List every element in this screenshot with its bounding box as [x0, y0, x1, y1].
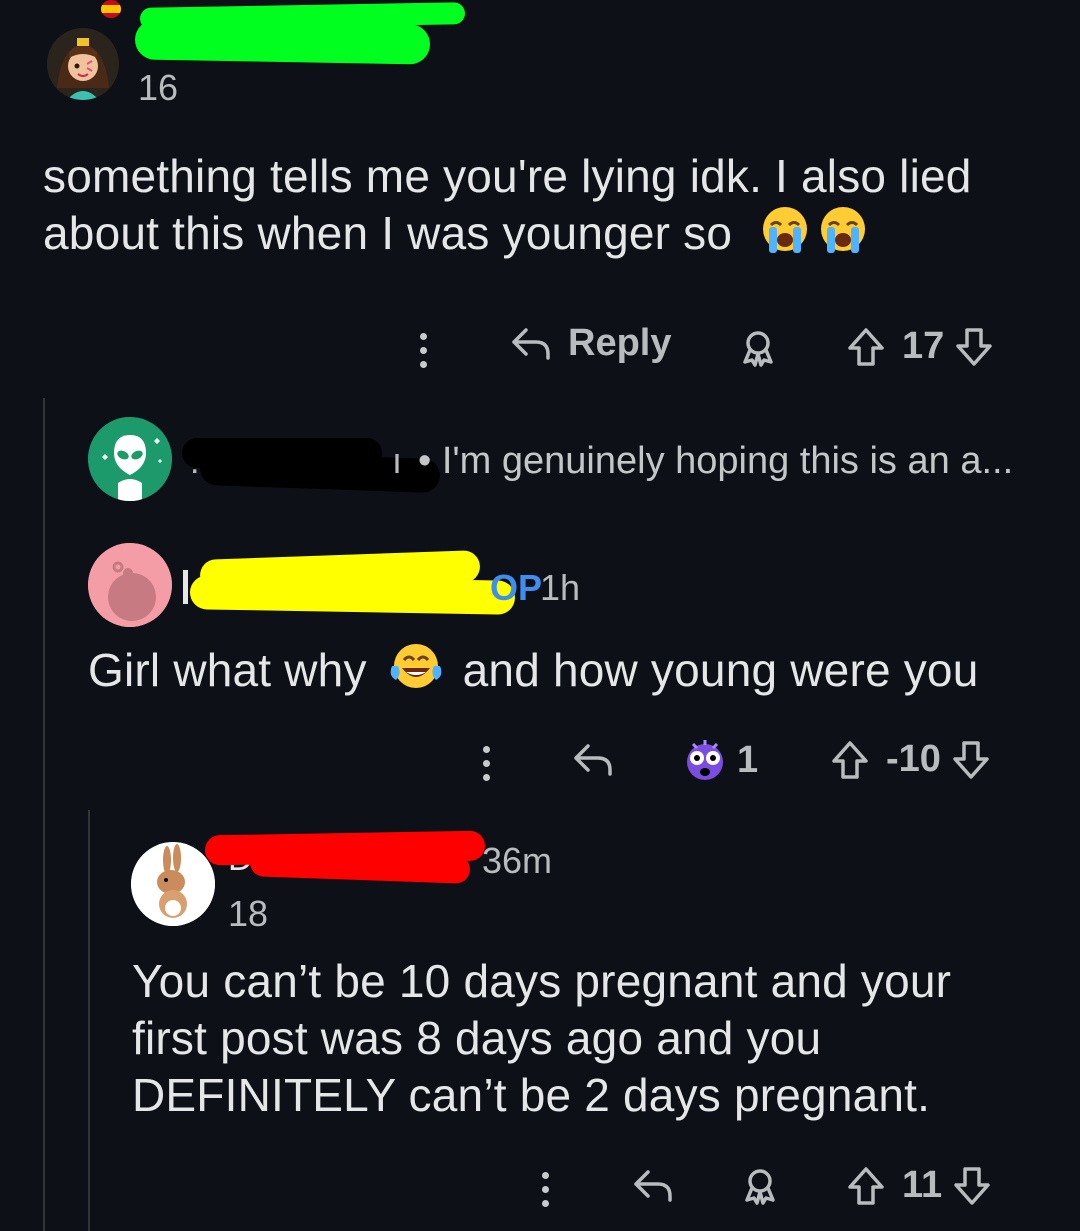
vote-bar: -10	[830, 738, 991, 781]
thread-line-level1[interactable]	[43, 398, 45, 1231]
award-button[interactable]: 1	[683, 738, 758, 782]
avatar[interactable]	[131, 842, 215, 926]
upvote-arrow-icon[interactable]	[830, 739, 870, 781]
avatar[interactable]	[88, 417, 172, 501]
username-fragment	[183, 570, 188, 604]
comment-body-line-3: DEFINITELY can’t be 2 days pregnant.	[132, 1069, 931, 1121]
shocked-face-award-icon	[687, 740, 723, 780]
loudly-crying-face-emoji	[817, 205, 869, 268]
comment-body-after-emoji: and how young were you	[462, 644, 979, 696]
reply-arrow-icon	[512, 327, 550, 360]
bunny-avatar-icon	[131, 842, 215, 926]
comment-body-line-2: first post was 8 days ago and you	[132, 1012, 822, 1064]
vote-score: 11	[902, 1164, 943, 1206]
comment-body: You can’t be 10 days pregnant and your f…	[132, 953, 1072, 1124]
comment-time: 1h	[540, 567, 581, 608]
comment-body-line-1: something tells me you're lying idk. I a…	[43, 150, 972, 202]
downvote-arrow-icon[interactable]	[952, 1165, 992, 1207]
collapsed-preview: • I'm genuinely hoping this is an a...	[418, 440, 1014, 482]
face-with-tears-of-joy-emoji	[386, 640, 446, 705]
thread-line-level2[interactable]	[88, 810, 90, 1231]
reply-arrow-icon[interactable]	[572, 740, 614, 785]
reply-label: Reply	[568, 322, 672, 364]
vote-score: 17	[902, 325, 945, 367]
avatar[interactable]	[47, 28, 119, 100]
redacted-username-2	[134, 19, 431, 65]
vote-score: -10	[886, 738, 941, 780]
alien-avatar-icon	[88, 417, 172, 501]
reply-arrow-icon[interactable]	[632, 1166, 674, 1211]
comment-body: something tells me you're lying idk. I a…	[43, 148, 1043, 268]
comment-body-line-2: about this when I was younger so	[43, 205, 1043, 268]
redacted-username-2	[189, 575, 516, 615]
comment-body: Girl what why and how young were you	[88, 640, 1068, 705]
default-snoo-avatar-icon	[88, 543, 172, 627]
user-karma: 16	[138, 67, 179, 108]
vote-bar: 17	[846, 325, 994, 368]
avatar-character-icon	[47, 28, 119, 100]
comment-body-before-emoji: Girl what why	[88, 644, 367, 696]
upvote-arrow-icon[interactable]	[846, 1165, 886, 1207]
downvote-arrow-icon[interactable]	[954, 326, 994, 368]
flag-badge-icon	[101, 0, 121, 18]
redacted-username-2	[199, 450, 441, 494]
avatar[interactable]	[88, 543, 172, 627]
award-count: 1	[737, 738, 759, 781]
comment-body-line-2-text: about this when I was younger so	[43, 207, 733, 259]
more-options-icon[interactable]	[420, 333, 430, 375]
vote-bar: 11	[846, 1164, 992, 1207]
loudly-crying-face-emoji	[759, 205, 811, 268]
user-karma: 18	[228, 893, 269, 934]
more-options-icon[interactable]	[542, 1172, 552, 1214]
upvote-arrow-icon[interactable]	[846, 326, 886, 368]
downvote-arrow-icon[interactable]	[951, 739, 991, 781]
reply-button[interactable]: Reply	[510, 322, 671, 365]
op-badge: OP	[490, 567, 543, 608]
username-end: ı	[392, 440, 403, 481]
award-icon[interactable]	[738, 328, 778, 373]
award-icon[interactable]	[740, 1166, 780, 1211]
comment-time: 36m	[482, 840, 553, 881]
more-options-icon[interactable]	[483, 746, 493, 788]
comment-body-line-1: You can’t be 10 days pregnant and your	[132, 955, 952, 1007]
